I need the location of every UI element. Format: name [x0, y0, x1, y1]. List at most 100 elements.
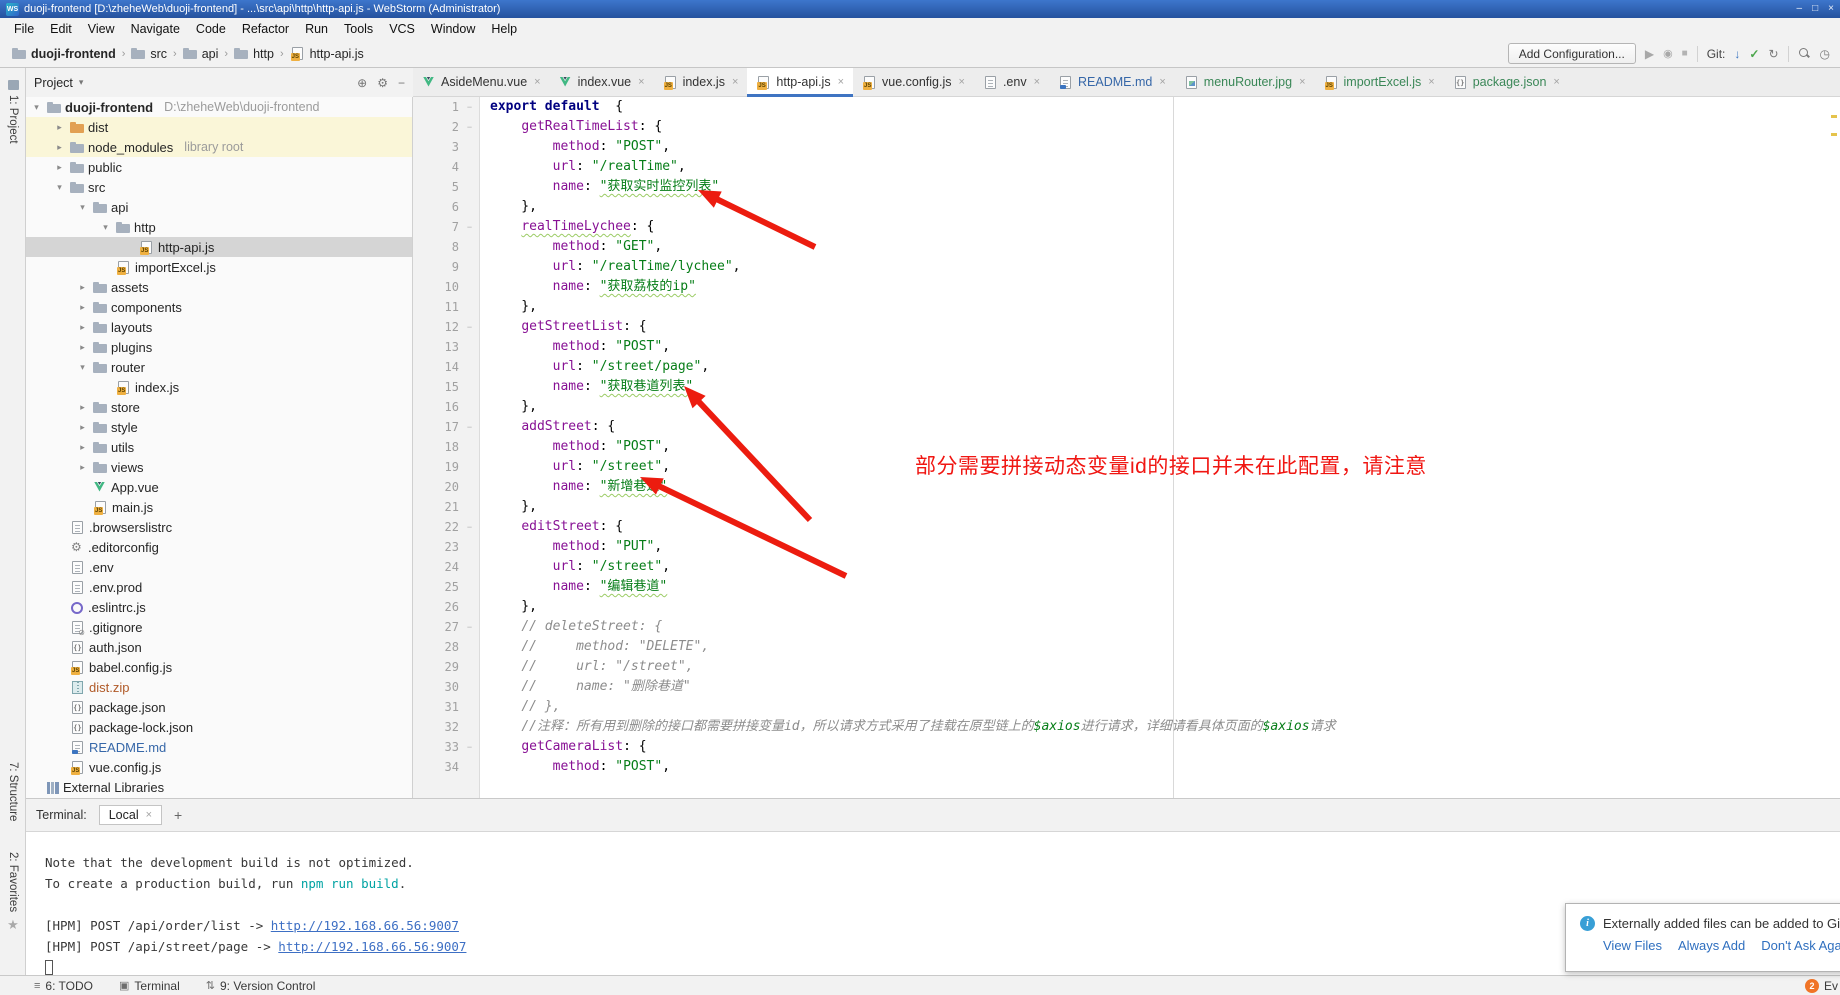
chevron-right-icon[interactable]: ▸: [76, 462, 89, 473]
line-number[interactable]: 1: [413, 100, 459, 114]
stop-icon[interactable]: ■: [1682, 44, 1688, 64]
close-icon[interactable]: ×: [1299, 76, 1305, 88]
close-icon[interactable]: ×: [146, 809, 152, 821]
chevron-right-icon[interactable]: ▸: [76, 282, 89, 293]
fold-icon[interactable]: −: [459, 422, 480, 432]
clock-icon[interactable]: ◷: [1820, 44, 1830, 64]
chevron-down-icon[interactable]: ▾: [30, 102, 43, 113]
code-line[interactable]: 11 },: [413, 297, 1840, 317]
line-number[interactable]: 5: [413, 180, 459, 194]
chevron-right-icon[interactable]: ▸: [53, 162, 66, 173]
tree-item-browserslistrc[interactable]: .browserslistrc: [26, 517, 412, 537]
code-line[interactable]: 14 url: "/street/page",: [413, 357, 1840, 377]
chevron-down-icon[interactable]: ▾: [76, 362, 89, 373]
close-icon[interactable]: ×: [1034, 76, 1040, 88]
line-number[interactable]: 33: [413, 740, 459, 754]
code-line[interactable]: 32 //注释：所有用到删除的接口都需要拼接变量id，所以请求方式采用了挂载在原…: [413, 717, 1840, 737]
fold-icon[interactable]: −: [459, 522, 480, 532]
tree-item-views[interactable]: ▸views: [26, 457, 412, 477]
line-number[interactable]: 11: [413, 300, 459, 314]
code-line[interactable]: 1−export default {: [413, 97, 1840, 117]
line-number[interactable]: 6: [413, 200, 459, 214]
fold-icon[interactable]: −: [459, 742, 480, 752]
line-number[interactable]: 28: [413, 640, 459, 654]
line-number[interactable]: 3: [413, 140, 459, 154]
menu-item-edit[interactable]: Edit: [42, 18, 80, 40]
code-line[interactable]: 12− getStreetList: {: [413, 317, 1840, 337]
tab-package-json[interactable]: package.json×: [1444, 68, 1569, 96]
tab-index-vue[interactable]: index.vue×: [550, 68, 654, 96]
chevron-right-icon[interactable]: ▸: [76, 302, 89, 313]
chevron-right-icon[interactable]: ▸: [76, 342, 89, 353]
tree-item-readme-md[interactable]: README.md: [26, 737, 412, 757]
tree-item-env[interactable]: .env: [26, 557, 412, 577]
tree-item-components[interactable]: ▸components: [26, 297, 412, 317]
line-number[interactable]: 20: [413, 480, 459, 494]
line-number[interactable]: 34: [413, 760, 459, 774]
code-editor[interactable]: 1−export default {2− getRealTimeList: {3…: [413, 97, 1840, 798]
code-line[interactable]: 23 method: "PUT",: [413, 537, 1840, 557]
tree-item-public[interactable]: ▸public: [26, 157, 412, 177]
tree-item-dist[interactable]: ▸dist: [26, 117, 412, 137]
tree-item-vue-config-js[interactable]: vue.config.js: [26, 757, 412, 777]
project-panel-title[interactable]: Project: [34, 76, 73, 90]
code-line[interactable]: 28 // method: "DELETE",: [413, 637, 1840, 657]
terminal-link[interactable]: http://192.168.66.56:9007: [278, 939, 466, 954]
breadcrumb-item-duoji-frontend[interactable]: duoji-frontend: [12, 47, 116, 61]
code-line[interactable]: 20 name: "新增巷道": [413, 477, 1840, 497]
menu-item-window[interactable]: Window: [423, 18, 483, 40]
add-configuration-button[interactable]: Add Configuration...: [1508, 43, 1636, 64]
line-number[interactable]: 13: [413, 340, 459, 354]
tree-item-store[interactable]: ▸store: [26, 397, 412, 417]
tab-vue-config-js[interactable]: vue.config.js×: [853, 68, 974, 96]
line-number[interactable]: 19: [413, 460, 459, 474]
line-number[interactable]: 8: [413, 240, 459, 254]
fold-icon[interactable]: −: [459, 222, 480, 232]
tab-asidemenu-vue[interactable]: AsideMenu.vue×: [413, 68, 550, 96]
hide-panel-icon[interactable]: −: [398, 76, 405, 90]
code-line[interactable]: 30 // name: "删除巷道": [413, 677, 1840, 697]
line-number[interactable]: 23: [413, 540, 459, 554]
tree-item-dist-zip[interactable]: dist.zip: [26, 677, 412, 697]
error-stripe-mark[interactable]: [1831, 133, 1837, 136]
tree-item-duoji-frontend[interactable]: ▾duoji-frontendD:\zheheWeb\duoji-fronten…: [26, 97, 412, 117]
play-icon[interactable]: ▶: [1645, 44, 1654, 64]
code-line[interactable]: 22− editStreet: {: [413, 517, 1840, 537]
notification-action-always-add[interactable]: Always Add: [1678, 938, 1745, 953]
close-icon[interactable]: ×: [638, 76, 644, 88]
chevron-down-icon[interactable]: ▾: [76, 202, 89, 213]
code-line[interactable]: 31 // },: [413, 697, 1840, 717]
code-line[interactable]: 3 method: "POST",: [413, 137, 1840, 157]
code-line[interactable]: 26 },: [413, 597, 1840, 617]
menu-item-refactor[interactable]: Refactor: [234, 18, 297, 40]
terminal-link[interactable]: http://192.168.66.56:9007: [271, 918, 459, 933]
close-button[interactable]: ×: [1828, 1, 1834, 17]
error-stripe-mark[interactable]: [1831, 115, 1837, 118]
line-number[interactable]: 32: [413, 720, 459, 734]
fold-icon[interactable]: −: [459, 102, 480, 112]
line-number[interactable]: 15: [413, 380, 459, 394]
tree-item-router[interactable]: ▾router: [26, 357, 412, 377]
line-number[interactable]: 12: [413, 320, 459, 334]
code-line[interactable]: 25 name: "编辑巷道": [413, 577, 1840, 597]
tree-item-editorconfig[interactable]: .editorconfig: [26, 537, 412, 557]
close-icon[interactable]: ×: [534, 76, 540, 88]
code-line[interactable]: 33− getCameraList: {: [413, 737, 1840, 757]
line-number[interactable]: 30: [413, 680, 459, 694]
line-number[interactable]: 2: [413, 120, 459, 134]
tree-item-package-json[interactable]: package.json: [26, 697, 412, 717]
tree-item-src[interactable]: ▾src: [26, 177, 412, 197]
line-number[interactable]: 10: [413, 280, 459, 294]
line-number[interactable]: 17: [413, 420, 459, 434]
notification-action-don-t-ask-agai[interactable]: Don't Ask Agai: [1761, 938, 1840, 953]
chevron-right-icon[interactable]: ▸: [76, 402, 89, 413]
line-number[interactable]: 9: [413, 260, 459, 274]
line-number[interactable]: 24: [413, 560, 459, 574]
tab-readme-md[interactable]: README.md×: [1049, 68, 1175, 96]
tree-item-babel-config-js[interactable]: babel.config.js: [26, 657, 412, 677]
tree-item-node-modules[interactable]: ▸node_moduleslibrary root: [26, 137, 412, 157]
minimize-button[interactable]: –: [1797, 1, 1803, 17]
tool-window-button-favorites[interactable]: 2: Favorites ★: [0, 852, 26, 933]
menu-item-file[interactable]: File: [6, 18, 42, 40]
chevron-down-icon[interactable]: ▾: [79, 77, 84, 88]
